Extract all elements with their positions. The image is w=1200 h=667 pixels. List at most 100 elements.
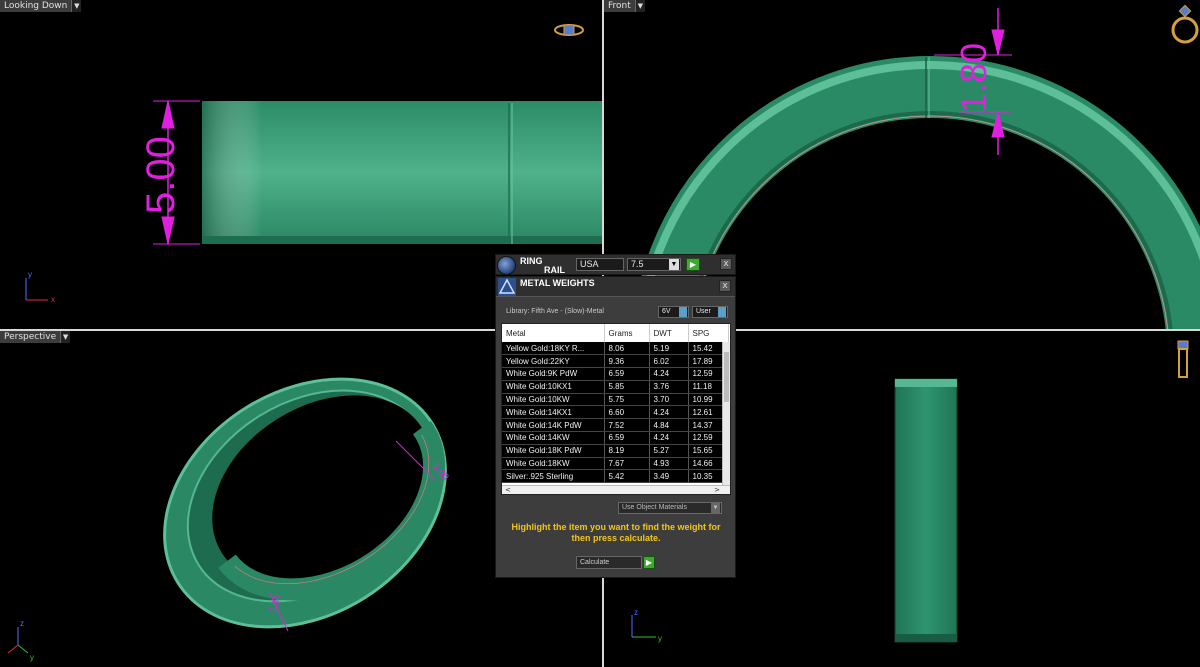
metal-weights-title: METAL WEIGHTS xyxy=(520,278,595,288)
cell-metal: White Gold:14KW xyxy=(502,431,605,445)
calculate-button[interactable]: Calculate xyxy=(576,556,642,569)
cell-metal: Silver:.925 Sterling xyxy=(502,469,605,484)
cell-dwt: 4.84 xyxy=(649,418,689,433)
chevron-down-icon[interactable]: ▼ xyxy=(634,0,645,12)
svg-text:z: z xyxy=(634,608,638,617)
cell-metal: White Gold:9K PdW xyxy=(502,367,605,381)
cell-grams: 6.59 xyxy=(604,431,650,445)
library-label: Library: Fifth Ave - (Slow)-Metal xyxy=(506,308,604,315)
cell-metal: White Gold:10KX1 xyxy=(502,380,605,394)
calculate-label: Calculate xyxy=(580,559,610,566)
apply-size-button[interactable]: ▶ xyxy=(686,258,700,271)
svg-text:x: x xyxy=(51,295,55,304)
table-row[interactable]: White Gold:10KX1 5.85 3.76 11.18 xyxy=(502,380,729,394)
table-row[interactable]: Yellow Gold:22KY 9.36 6.02 17.89 xyxy=(502,354,729,369)
cell-dwt: 4.93 xyxy=(649,457,689,471)
cell-dwt: 5.19 xyxy=(649,342,689,356)
chevron-down-icon[interactable]: ▼ xyxy=(60,331,71,343)
table-row[interactable]: White Gold:14KW 6.59 4.24 12.59 xyxy=(502,431,729,445)
table-row[interactable]: White Gold:9K PdW 6.59 4.24 12.59 xyxy=(502,367,729,381)
metal-weights-logo-icon xyxy=(498,278,516,296)
ring-front-view xyxy=(632,56,1200,329)
region-select[interactable]: USA xyxy=(576,258,624,271)
viewport-label-front[interactable]: Front ▼ xyxy=(604,0,645,12)
dimension-1-8-text: 1.80 xyxy=(953,43,994,113)
metal-weights-panel: METAL WEIGHTS x Library: Fifth Ave - (Sl… xyxy=(495,276,736,578)
viewport-label-text: Front xyxy=(604,0,635,12)
axis-gizmo: y x xyxy=(25,270,55,304)
cell-grams: 6.60 xyxy=(604,405,650,420)
cell-grams: 8.19 xyxy=(604,444,650,458)
chevron-right-icon[interactable]: > xyxy=(714,486,720,494)
column-header-spg[interactable]: SPG xyxy=(688,324,729,342)
chevron-left-icon[interactable]: < xyxy=(505,486,511,494)
user-toggle[interactable]: User xyxy=(692,306,728,318)
ring-rail-title-line1: RING xyxy=(520,256,543,266)
close-icon[interactable]: x xyxy=(720,258,732,270)
cell-grams: 5.75 xyxy=(604,393,650,407)
ring-size-select[interactable]: 7.5 ▼ xyxy=(627,258,681,271)
table-header-row: Metal Grams DWT SPG xyxy=(502,324,729,342)
ring-top-view-icon[interactable] xyxy=(553,21,585,39)
viewport-label-text: Perspective xyxy=(0,331,61,343)
instruction-text: Highlight the item you want to find the … xyxy=(511,522,721,543)
cell-grams: 7.52 xyxy=(604,418,650,433)
toggle-indicator-icon xyxy=(718,307,726,317)
axis-gizmo: z y xyxy=(7,619,34,662)
table-row[interactable]: White Gold:10KW 5.75 3.70 10.99 xyxy=(502,393,729,407)
table-horizontal-scrollbar[interactable]: < > xyxy=(502,485,730,494)
svg-text:y: y xyxy=(30,653,34,662)
svg-text:y: y xyxy=(658,634,662,643)
cell-grams: 8.06 xyxy=(604,342,650,356)
table-vertical-scrollbar[interactable] xyxy=(722,342,730,486)
play-icon[interactable]: ▶ xyxy=(643,556,655,569)
column-header-metal[interactable]: Metal xyxy=(502,324,605,342)
cell-dwt: 4.24 xyxy=(649,431,689,445)
scrollbar-thumb[interactable] xyxy=(724,352,729,402)
ring-rail-toolbar: RING RAIL USA 7.5 ▼ ▶ x xyxy=(495,254,736,275)
cell-grams: 5.85 xyxy=(604,380,650,394)
cell-dwt: 3.76 xyxy=(649,380,689,394)
materials-select[interactable]: Use Object Materials ▼ xyxy=(618,502,722,514)
cell-grams: 6.59 xyxy=(604,367,650,381)
cell-metal: White Gold:18KW xyxy=(502,457,605,471)
ring-rail-title-line2: RAIL xyxy=(544,265,565,275)
cell-dwt: 3.49 xyxy=(649,469,689,484)
table-row[interactable]: Yellow Gold:18KY R... 8.06 5.19 15.42 xyxy=(502,342,729,356)
metal-weights-header: METAL WEIGHTS x xyxy=(496,277,735,297)
table-row[interactable]: White Gold:18KW 7.67 4.93 14.66 xyxy=(502,457,729,471)
cell-metal: Yellow Gold:22KY xyxy=(502,354,605,369)
cell-dwt: 6.02 xyxy=(649,354,689,369)
cell-grams: 5.42 xyxy=(604,469,650,484)
table-row[interactable]: Silver:.925 Sterling 5.42 3.49 10.35 xyxy=(502,469,729,484)
cell-metal: White Gold:10KW xyxy=(502,393,605,407)
column-header-dwt[interactable]: DWT xyxy=(649,324,689,342)
chevron-down-icon[interactable]: ▼ xyxy=(71,0,82,12)
svg-text:z: z xyxy=(20,619,24,628)
axis-gizmo: z y xyxy=(631,608,662,643)
chevron-down-icon[interactable]: ▼ xyxy=(669,259,679,270)
viewport-label-looking-down[interactable]: Looking Down ▼ xyxy=(0,0,82,12)
units-toggle[interactable]: 6V xyxy=(658,306,689,318)
ring-front-view-icon[interactable] xyxy=(1170,4,1200,46)
table-row[interactable]: White Gold:18K PdW 8.19 5.27 15.65 xyxy=(502,444,729,458)
chevron-down-icon[interactable]: ▼ xyxy=(711,503,720,513)
cell-metal: White Gold:14KX1 xyxy=(502,405,605,420)
cell-metal: White Gold:14K PdW xyxy=(502,418,605,433)
column-header-grams[interactable]: Grams xyxy=(604,324,650,342)
cell-grams: 9.36 xyxy=(604,354,650,369)
cell-grams: 7.67 xyxy=(604,457,650,471)
table-row[interactable]: White Gold:14KX1 6.60 4.24 12.61 xyxy=(502,405,729,420)
viewport-label-perspective[interactable]: Perspective ▼ xyxy=(0,331,71,343)
table-row[interactable]: White Gold:14K PdW 7.52 4.84 14.37 xyxy=(502,418,729,433)
ring-rail-logo-icon xyxy=(497,256,516,275)
cell-dwt: 3.70 xyxy=(649,393,689,407)
cell-metal: White Gold:18K PdW xyxy=(502,444,605,458)
materials-select-value: Use Object Materials xyxy=(622,504,687,511)
ring-size-value: 7.5 xyxy=(631,259,644,269)
metal-weights-table[interactable]: Metal Grams DWT SPG Yellow Gold:18KY R..… xyxy=(501,323,731,495)
ring-side-view-icon[interactable] xyxy=(1172,339,1194,379)
cell-dwt: 5.27 xyxy=(649,444,689,458)
ring-side-view xyxy=(894,378,958,643)
close-icon[interactable]: x xyxy=(719,280,731,292)
